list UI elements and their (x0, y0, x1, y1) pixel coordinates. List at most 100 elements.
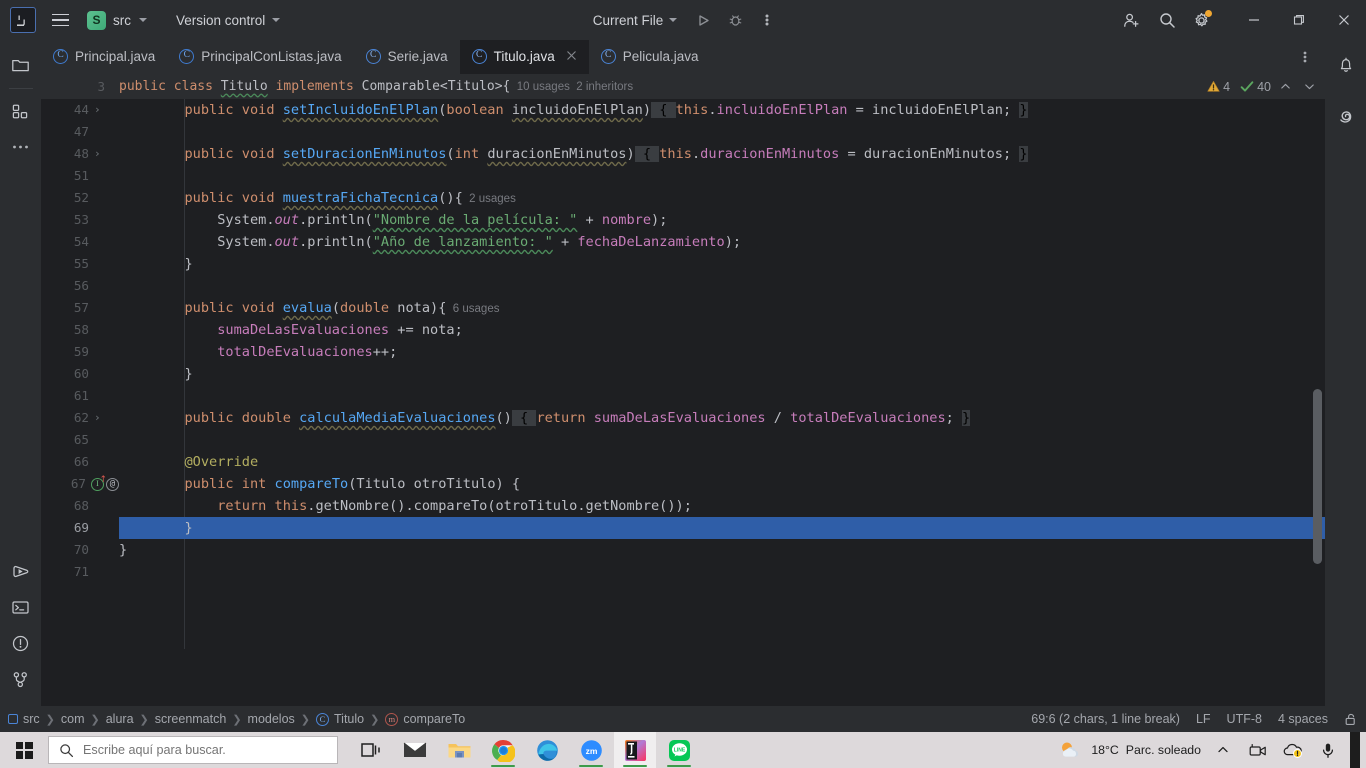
gutter[interactable]: 57 (41, 297, 119, 319)
unlocked-padlock-icon[interactable] (1344, 712, 1358, 726)
gutter[interactable]: 69 (41, 517, 119, 539)
line-separator[interactable]: LF (1196, 712, 1211, 726)
minimize-icon[interactable] (1231, 0, 1276, 40)
implements-icon[interactable]: I (91, 475, 107, 491)
hamburger-menu-icon[interactable] (43, 5, 77, 35)
code-line[interactable]: 65 (41, 429, 1325, 451)
gutter[interactable]: 52 (41, 187, 119, 209)
breadcrumb-item-screenmatch[interactable]: screenmatch (155, 712, 227, 726)
fold-arrow-icon[interactable]: › (94, 99, 101, 121)
fold-arrow-icon[interactable]: › (94, 407, 101, 429)
taskbar-app-zoom[interactable]: zm (570, 732, 612, 768)
version-control-widget[interactable]: Version control (168, 10, 288, 31)
gutter[interactable]: 67 I @ (41, 473, 119, 495)
gutter[interactable]: 62 › (41, 407, 119, 429)
warning-badge[interactable]: 4 (1207, 80, 1230, 94)
chevron-up-icon[interactable] (1275, 77, 1295, 97)
taskbar-app-intellij-idea[interactable] (614, 732, 656, 768)
sidebar-item-git[interactable] (4, 662, 38, 696)
show-desktop-button[interactable] (1350, 732, 1360, 768)
gutter-markers[interactable]: I @ (86, 475, 119, 491)
close-tab-icon[interactable] (566, 49, 577, 64)
editor-tab-titulo[interactable]: C Titulo.java (459, 40, 589, 74)
gutter[interactable]: 71 (41, 561, 119, 583)
code-line[interactable]: 68 return this.getNombre().compareTo(otr… (41, 495, 1325, 517)
taskbar-search-box[interactable] (48, 736, 338, 764)
notifications-button[interactable] (1329, 48, 1363, 82)
breadcrumb-item-alura[interactable]: alura (106, 712, 134, 726)
run-button[interactable] (689, 6, 717, 34)
breadcrumb-item-titulo[interactable]: C Titulo (316, 712, 364, 726)
taskbar-app-mail[interactable] (394, 732, 436, 768)
taskbar-app-microsoft-edge[interactable] (526, 732, 568, 768)
code-line[interactable]: 55 } (41, 253, 1325, 275)
gutter[interactable]: 47 (41, 121, 119, 143)
gutter-markers[interactable]: › (89, 143, 119, 165)
taskbar-app-google-chrome[interactable] (482, 732, 524, 768)
code-line[interactable]: 66 @Override (41, 451, 1325, 473)
editor-vertical-scrollbar[interactable] (1313, 389, 1322, 564)
code-line[interactable]: 59 totalDeEvaluaciones++; (41, 341, 1325, 363)
breadcrumb-item-src[interactable]: src (8, 712, 40, 726)
gutter[interactable]: 51 (41, 165, 119, 187)
code-line[interactable]: 58 sumaDeLasEvaluaciones += nota; (41, 319, 1325, 341)
file-encoding[interactable]: UTF-8 (1227, 712, 1262, 726)
code-line[interactable]: 70 } (41, 539, 1325, 561)
sidebar-item-terminal[interactable] (4, 590, 38, 624)
override-icon[interactable]: @ (106, 477, 119, 491)
taskbar-app-line[interactable]: LINE (658, 732, 700, 768)
taskbar-app-file-explorer[interactable] (438, 732, 480, 768)
editor-tab-serie[interactable]: C Serie.java (354, 40, 460, 74)
onedrive-warning-icon[interactable] (1280, 732, 1306, 768)
code-line[interactable]: 54 System.out.println("Año de lanzamient… (41, 231, 1325, 253)
breadcrumb-item-modelos[interactable]: modelos (248, 712, 295, 726)
weather-widget[interactable]: 18°C Parc. soleado (1058, 740, 1201, 760)
gutter[interactable]: 66 (41, 451, 119, 473)
code-editor[interactable]: 44 › public void setIncluidoEnElPlan(boo… (41, 99, 1325, 706)
code-line[interactable]: 61 (41, 385, 1325, 407)
debug-button[interactable] (721, 6, 749, 34)
gutter[interactable]: 65 (41, 429, 119, 451)
gutter-markers[interactable]: › (89, 99, 119, 121)
code-line[interactable]: 62 › public double calculaMediaEvaluacio… (41, 407, 1325, 429)
gutter[interactable]: 54 (41, 231, 119, 253)
more-actions-button[interactable] (753, 6, 781, 34)
gutter[interactable]: 53 (41, 209, 119, 231)
close-icon[interactable] (1321, 0, 1366, 40)
code-line[interactable]: 47 (41, 121, 1325, 143)
code-line[interactable]: 48 › public void setDuracionEnMinutos(in… (41, 143, 1325, 165)
show-hidden-icons-chevron-up-icon[interactable] (1210, 732, 1236, 768)
more-vertical-icon[interactable] (1291, 43, 1319, 71)
gutter[interactable]: 55 (41, 253, 119, 275)
gutter[interactable]: 59 (41, 341, 119, 363)
gutter[interactable]: 56 (41, 275, 119, 297)
maximize-icon[interactable] (1276, 0, 1321, 40)
gutter-markers[interactable]: › (89, 407, 119, 429)
search-icon[interactable] (1153, 6, 1181, 34)
fold-arrow-icon[interactable]: › (94, 143, 101, 165)
gutter[interactable]: 68 (41, 495, 119, 517)
microphone-icon[interactable] (1315, 732, 1341, 768)
code-line[interactable]: 56 (41, 275, 1325, 297)
indent-setting[interactable]: 4 spaces (1278, 712, 1328, 726)
gutter[interactable]: 70 (41, 539, 119, 561)
task-view-icon[interactable] (350, 732, 392, 768)
code-line[interactable]: 67 I @ public int compareTo(Titulo otroT… (41, 473, 1325, 495)
settings-gear-icon[interactable] (1187, 6, 1215, 34)
chevron-down-icon[interactable] (1299, 77, 1319, 97)
code-line[interactable]: 51 (41, 165, 1325, 187)
project-widget[interactable]: S src (83, 8, 154, 33)
code-line[interactable]: 44 › public void setIncluidoEnElPlan(boo… (41, 99, 1325, 121)
breadcrumb-item-compareto[interactable]: m compareTo (385, 712, 465, 726)
sidebar-item-problems[interactable] (4, 626, 38, 660)
gutter[interactable]: 58 (41, 319, 119, 341)
windows-start-icon[interactable] (0, 732, 48, 768)
editor-tab-principal[interactable]: C Principal.java (41, 40, 167, 74)
gutter[interactable]: 61 (41, 385, 119, 407)
run-configuration-selector[interactable]: Current File (585, 10, 686, 31)
breadcrumb-item-com[interactable]: com (61, 712, 85, 726)
gutter[interactable]: 48 › (41, 143, 119, 165)
sidebar-item-run[interactable] (4, 554, 38, 588)
add-user-icon[interactable] (1117, 6, 1145, 34)
editor-tab-pelicula[interactable]: C Pelicula.java (589, 40, 711, 74)
